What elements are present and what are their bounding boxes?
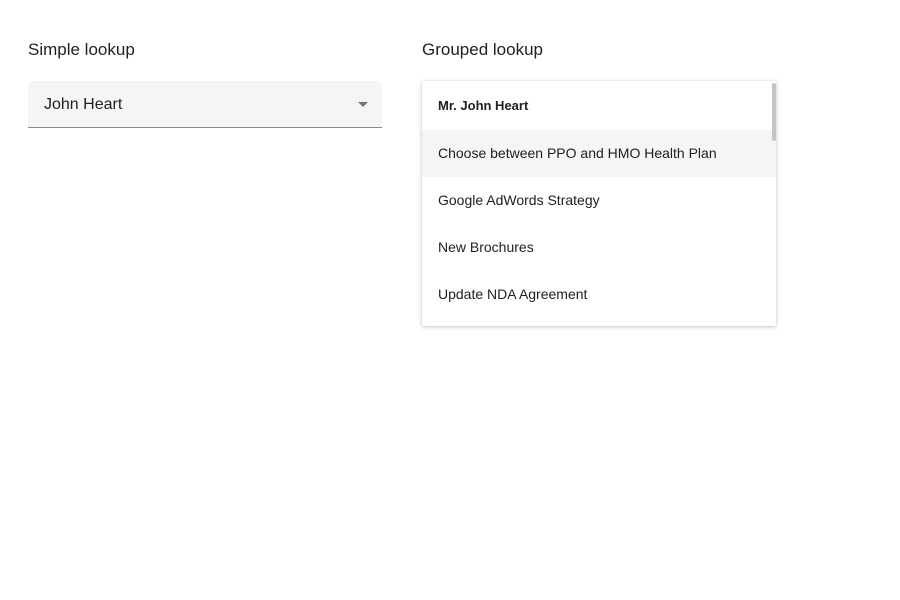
scrollbar-thumb[interactable] bbox=[772, 83, 776, 141]
list-item[interactable]: New Brochures bbox=[422, 224, 776, 271]
group-header: Mr. John Heart bbox=[438, 98, 529, 113]
simple-lookup-value: John Heart bbox=[44, 96, 123, 113]
list-item[interactable]: Google AdWords Strategy bbox=[422, 177, 776, 224]
grouped-lookup-list[interactable]: Mr. John Heart Choose between PPO and HM… bbox=[422, 81, 776, 326]
list-item[interactable]: Update NDA Agreement bbox=[422, 271, 776, 318]
chevron-down-icon[interactable] bbox=[358, 102, 368, 107]
list-item[interactable]: Choose between PPO and HMO Health Plan bbox=[422, 130, 776, 177]
simple-lookup-select[interactable]: John Heart bbox=[28, 81, 382, 128]
grouped-lookup-title: Grouped lookup bbox=[422, 40, 543, 59]
page: Simple lookup John Heart Grouped lookup … bbox=[0, 0, 900, 600]
simple-lookup-title: Simple lookup bbox=[28, 40, 135, 59]
